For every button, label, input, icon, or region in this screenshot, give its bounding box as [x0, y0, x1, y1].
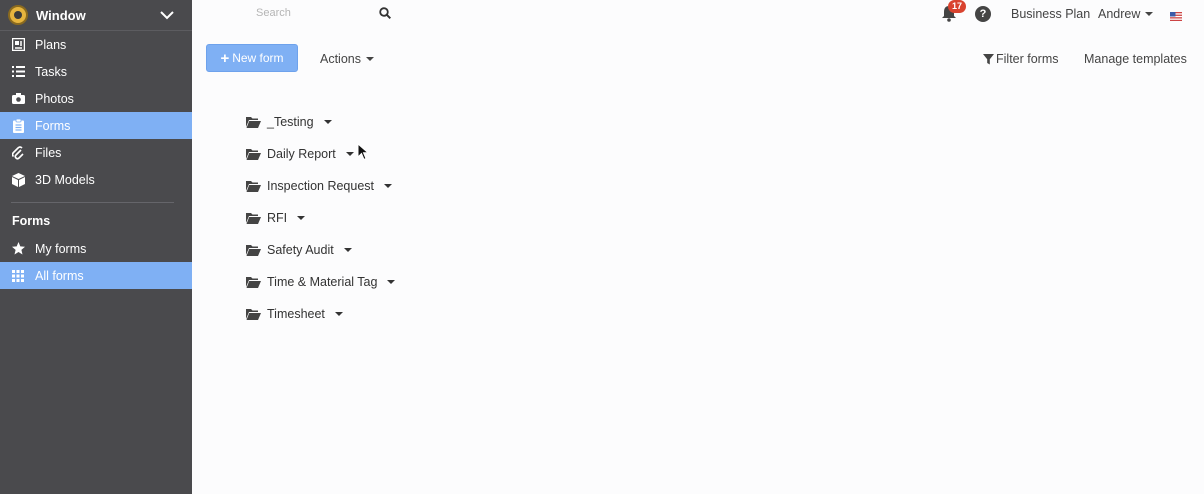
folder-name: Time & Material Tag [267, 275, 378, 289]
folder-name: Daily Report [267, 147, 336, 161]
caret-down-icon[interactable] [345, 152, 354, 156]
folder-open-icon [246, 180, 261, 192]
sidebar-item-photos[interactable]: Photos [0, 85, 192, 112]
us-flag-icon[interactable] [1170, 9, 1182, 21]
search-icon[interactable] [378, 6, 392, 20]
help-icon[interactable]: ? [975, 6, 991, 22]
folder-name: RFI [267, 211, 288, 225]
actions-label: Actions [320, 52, 361, 66]
folder-item[interactable]: Daily Report [246, 138, 395, 170]
caret-down-icon[interactable] [334, 312, 343, 316]
user-menu[interactable]: Andrew [1098, 7, 1154, 21]
sidebar-item-label: All forms [35, 268, 84, 283]
folder-open-icon [246, 308, 261, 320]
mouse-cursor-icon [357, 142, 370, 161]
paperclip-icon [11, 145, 25, 160]
folder-item[interactable]: _Testing [246, 106, 395, 138]
project-selector[interactable]: Window [0, 0, 192, 31]
sidebar-item-my-forms[interactable]: My forms [0, 235, 192, 262]
caret-down-icon [366, 57, 374, 61]
caret-down-icon [1145, 12, 1154, 16]
folder-open-icon [246, 276, 261, 288]
sidebar-item-label: Photos [35, 91, 74, 106]
folder-open-icon [246, 244, 261, 256]
business-plan-link[interactable]: Business Plan [1011, 7, 1090, 21]
sidebar-item-files[interactable]: Files [0, 139, 192, 166]
sidebar-item-label: Tasks [35, 64, 67, 79]
sidebar-item-tasks[interactable]: Tasks [0, 58, 192, 85]
clipboard-icon [11, 118, 25, 133]
filter-forms-button[interactable]: Filter forms [983, 52, 1059, 66]
caret-down-icon[interactable] [297, 216, 306, 220]
folder-item[interactable]: Timesheet [246, 298, 395, 330]
sidebar-item-label: Plans [35, 37, 67, 52]
folder-item[interactable]: Inspection Request [246, 170, 395, 202]
manage-templates-link[interactable]: Manage templates [1084, 52, 1187, 66]
chevron-down-icon[interactable] [154, 5, 180, 25]
folder-open-icon [246, 212, 261, 224]
plus-icon: + [220, 49, 230, 67]
star-icon [11, 242, 25, 256]
caret-down-icon[interactable] [343, 248, 352, 252]
new-form-button[interactable]: + New form [206, 44, 298, 72]
caret-down-icon[interactable] [323, 120, 332, 124]
filter-forms-label: Filter forms [996, 52, 1059, 66]
sidebar-item-3d-models[interactable]: 3D Models [0, 166, 192, 193]
folder-name: Safety Audit [267, 243, 334, 257]
project-logo-icon [8, 5, 28, 25]
sidebar-section-heading: Forms [12, 214, 51, 228]
search-bar [248, 3, 403, 23]
cube-icon [11, 172, 25, 187]
new-form-label: New form [232, 51, 284, 65]
folder-name: _Testing [267, 115, 314, 129]
project-name: Window [36, 7, 86, 23]
filter-icon [983, 53, 994, 65]
sidebar: Window Plans Tasks Photos Forms Files 3D… [0, 0, 192, 494]
caret-down-icon[interactable] [387, 280, 396, 284]
grid-icon [11, 269, 25, 283]
folder-item[interactable]: Time & Material Tag [246, 266, 396, 298]
folder-list: _Testing Daily Report Inspection Request… [246, 106, 396, 330]
folder-open-icon [246, 148, 261, 160]
sidebar-item-label: My forms [35, 241, 87, 256]
folder-open-icon [246, 116, 261, 128]
camera-icon [11, 92, 25, 106]
actions-dropdown[interactable]: Actions [320, 52, 374, 66]
list-icon [11, 65, 25, 79]
folder-item[interactable]: RFI [246, 202, 395, 234]
folder-name: Timesheet [267, 307, 325, 321]
sidebar-item-forms[interactable]: Forms [0, 112, 192, 139]
sidebar-item-plans[interactable]: Plans [0, 31, 192, 58]
plans-icon [11, 38, 25, 52]
caret-down-icon[interactable] [384, 184, 393, 188]
sidebar-item-label: Forms [35, 118, 71, 133]
search-input[interactable] [248, 7, 378, 19]
user-name: Andrew [1098, 7, 1141, 21]
sidebar-item-label: Files [35, 145, 62, 160]
sidebar-item-all-forms[interactable]: All forms [0, 262, 192, 289]
sidebar-item-label: 3D Models [35, 172, 95, 187]
sidebar-divider [11, 202, 174, 203]
folder-item[interactable]: Safety Audit [246, 234, 395, 266]
folder-name: Inspection Request [267, 179, 375, 193]
notification-badge: 17 [948, 0, 967, 13]
